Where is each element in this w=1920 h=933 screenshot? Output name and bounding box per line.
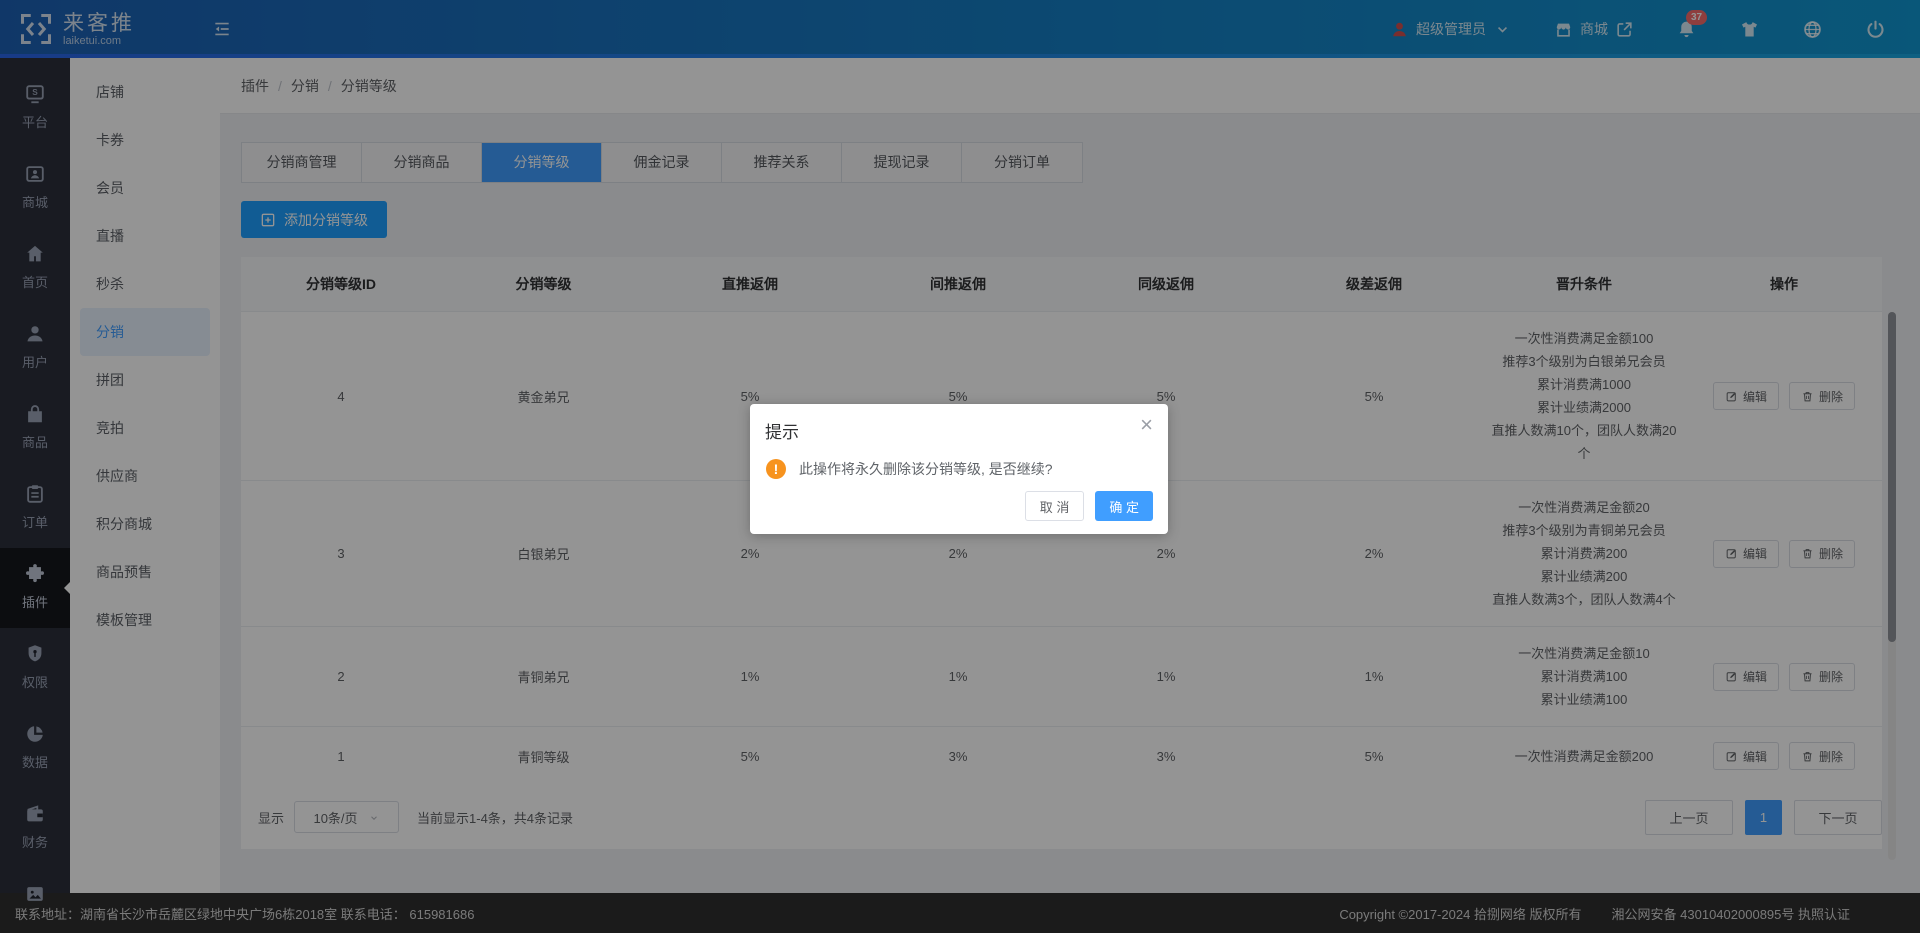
dialog-body: ! 此操作将永久删除该分销等级, 是否继续? bbox=[750, 443, 1168, 479]
cancel-button[interactable]: 取 消 bbox=[1025, 491, 1085, 521]
dialog-message: 此操作将永久删除该分销等级, 是否继续? bbox=[799, 459, 1053, 479]
dialog-title: 提示 bbox=[750, 404, 1168, 443]
close-icon[interactable]: × bbox=[1140, 414, 1153, 436]
dialog-footer: 取 消 确 定 bbox=[1025, 491, 1153, 521]
warning-icon: ! bbox=[766, 459, 786, 479]
confirm-dialog: 提示 × ! 此操作将永久删除该分销等级, 是否继续? 取 消 确 定 bbox=[750, 404, 1168, 534]
confirm-button[interactable]: 确 定 bbox=[1095, 491, 1153, 521]
